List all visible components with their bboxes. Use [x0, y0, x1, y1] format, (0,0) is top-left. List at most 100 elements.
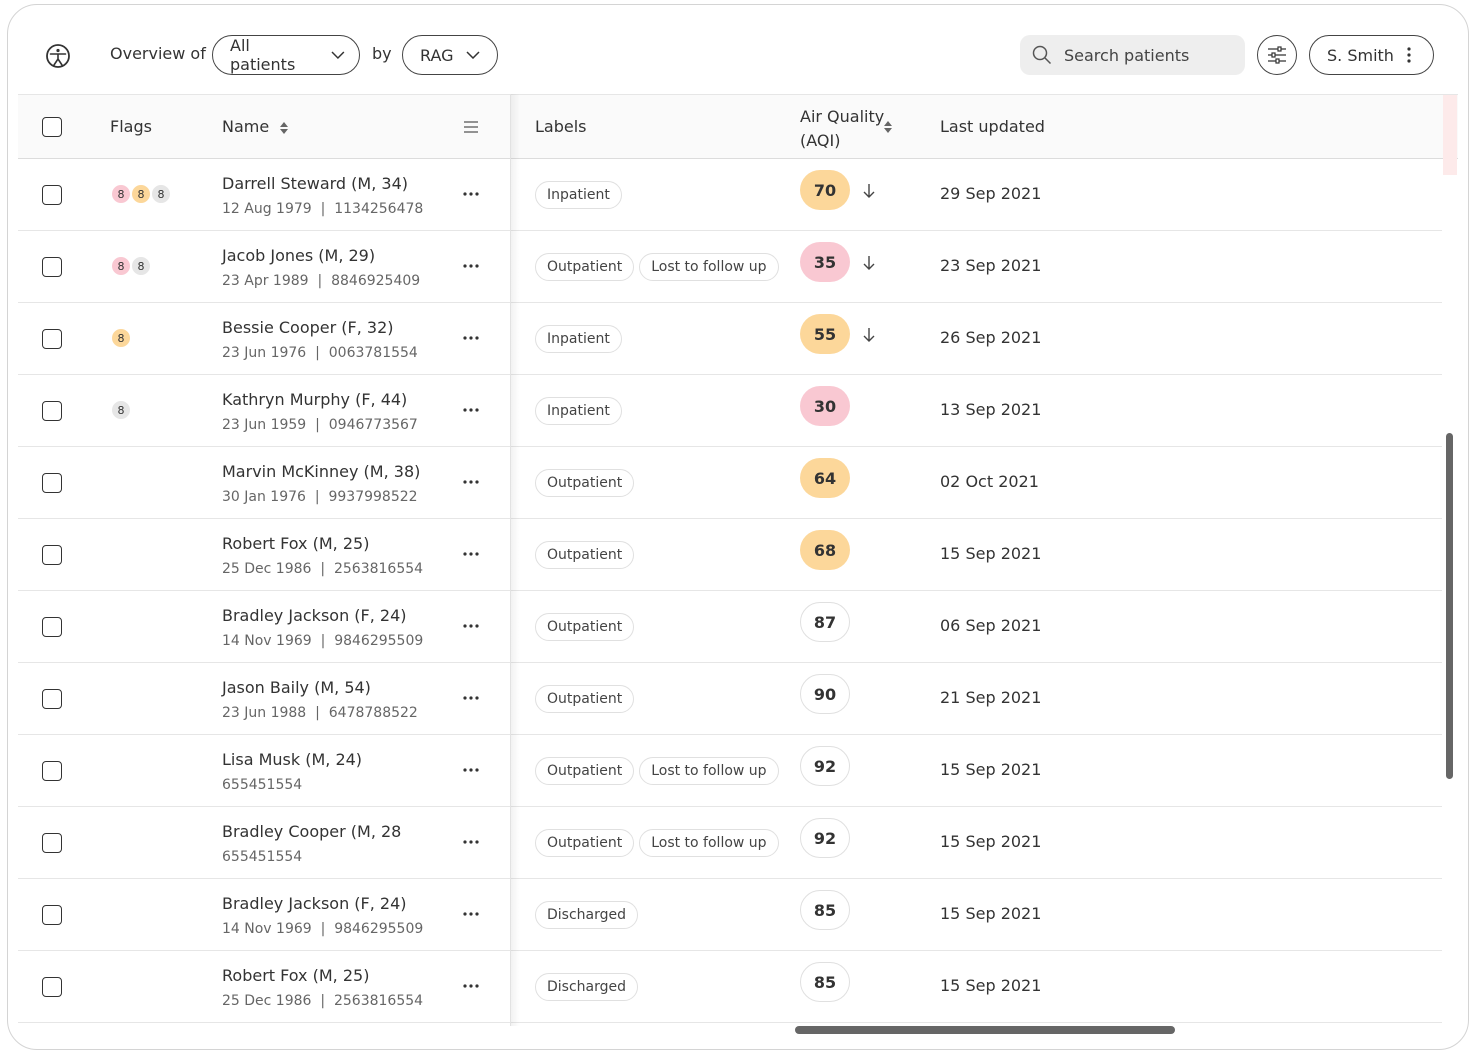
- user-menu-button[interactable]: S. Smith: [1309, 35, 1434, 75]
- horizontal-scrollbar-thumb[interactable]: [795, 1026, 1175, 1034]
- more-horizontal-icon[interactable]: [463, 408, 479, 412]
- patient-name[interactable]: Lisa Musk (M, 24): [222, 750, 362, 769]
- table-row[interactable]: Jason Baily (M, 54) 23 Jun 1988 | 6478788…: [18, 663, 1442, 735]
- meta-separator: |: [311, 921, 335, 937]
- row-checkbox[interactable]: [42, 689, 62, 709]
- patient-name[interactable]: Marvin McKinney (M, 38): [222, 462, 420, 481]
- table-row[interactable]: 8 Kathryn Murphy (F, 44) 23 Jun 1959 | 094…: [18, 375, 1442, 447]
- more-horizontal-icon[interactable]: [463, 840, 479, 844]
- flag-badge[interactable]: 8: [111, 256, 131, 276]
- patient-name[interactable]: Kathryn Murphy (F, 44): [222, 390, 407, 409]
- more-horizontal-icon[interactable]: [463, 552, 479, 556]
- table-header: Flags Name Labels Air Quality (AQI) Last…: [18, 94, 1458, 159]
- table-row[interactable]: 8 Bessie Cooper (F, 32) 23 Jun 1976 | 0063…: [18, 303, 1442, 375]
- row-checkbox[interactable]: [42, 545, 62, 565]
- table-row[interactable]: Marvin McKinney (M, 38) 30 Jan 1976 | 993…: [18, 447, 1442, 519]
- patient-name[interactable]: Bradley Jackson (F, 24): [222, 894, 407, 913]
- label-chip[interactable]: Inpatient: [535, 397, 622, 425]
- patient-id: 655451554: [222, 849, 303, 865]
- table-row[interactable]: Bradley Jackson (F, 24) 14 Nov 1969 | 984…: [18, 879, 1442, 951]
- label-chip[interactable]: Outpatient: [535, 829, 635, 857]
- table-row[interactable]: Bradley Jackson (F, 24) 14 Nov 1969 | 984…: [18, 591, 1442, 663]
- more-horizontal-icon[interactable]: [463, 192, 479, 196]
- label-chip[interactable]: Inpatient: [535, 181, 622, 209]
- label-chip[interactable]: Lost to follow up: [639, 829, 779, 857]
- flag-badge[interactable]: 8: [111, 328, 131, 348]
- more-horizontal-icon[interactable]: [463, 336, 479, 340]
- more-horizontal-icon[interactable]: [463, 984, 479, 988]
- row-checkbox[interactable]: [42, 617, 62, 637]
- row-checkbox[interactable]: [42, 905, 62, 925]
- group-by-dropdown[interactable]: RAG: [402, 35, 498, 75]
- row-checkbox[interactable]: [42, 329, 62, 349]
- more-horizontal-icon[interactable]: [463, 480, 479, 484]
- flag-badge[interactable]: 8: [131, 256, 151, 276]
- patient-meta: 12 Aug 1979 | 1134256478: [222, 201, 423, 217]
- app-logo-icon[interactable]: [45, 43, 71, 69]
- row-checkbox[interactable]: [42, 473, 62, 493]
- table-row[interactable]: 8 8 Jacob Jones (M, 29) 23 Apr 1989 | 88469…: [18, 231, 1442, 303]
- aqi-badge: 87: [800, 602, 850, 642]
- last-updated-date: 15 Sep 2021: [940, 832, 1042, 851]
- more-horizontal-icon[interactable]: [463, 264, 479, 268]
- filter-settings-button[interactable]: [1257, 35, 1297, 75]
- patient-id: 6478788522: [328, 705, 418, 721]
- column-menu-icon[interactable]: [464, 121, 478, 133]
- flag-badge[interactable]: 8: [131, 184, 151, 204]
- row-checkbox[interactable]: [42, 977, 62, 997]
- label-chip[interactable]: Outpatient: [535, 469, 635, 497]
- label-chip[interactable]: Outpatient: [535, 685, 635, 713]
- patient-filter-dropdown[interactable]: All patients: [212, 35, 360, 75]
- patient-name[interactable]: Darrell Steward (M, 34): [222, 174, 408, 193]
- sort-icon[interactable]: [884, 121, 892, 133]
- label-chip[interactable]: Discharged: [535, 973, 639, 1001]
- last-updated-date: 26 Sep 2021: [940, 328, 1042, 347]
- label-chip[interactable]: Inpatient: [535, 325, 622, 353]
- patient-name[interactable]: Robert Fox (M, 25): [222, 534, 369, 553]
- patient-dob: 12 Aug 1979: [222, 201, 312, 217]
- row-checkbox[interactable]: [42, 833, 62, 853]
- row-checkbox[interactable]: [42, 761, 62, 781]
- labels-group: Outpatient: [535, 685, 635, 713]
- column-aqi[interactable]: Air Quality (AQI): [800, 105, 884, 153]
- search-box[interactable]: [1020, 35, 1245, 75]
- flag-badge[interactable]: 8: [151, 184, 171, 204]
- label-chip[interactable]: Outpatient: [535, 253, 635, 281]
- label-chip[interactable]: Lost to follow up: [639, 253, 779, 281]
- patient-dob: 25 Dec 1986: [222, 561, 312, 577]
- select-all-checkbox[interactable]: [42, 117, 62, 137]
- patient-name[interactable]: Bessie Cooper (F, 32): [222, 318, 394, 337]
- table-row[interactable]: Robert Fox (M, 25) 25 Dec 1986 | 25638165…: [18, 951, 1442, 1023]
- patient-meta: 25 Dec 1986 | 2563816554: [222, 993, 423, 1009]
- row-checkbox[interactable]: [42, 185, 62, 205]
- vertical-scrollbar-thumb[interactable]: [1446, 433, 1453, 779]
- row-checkbox[interactable]: [42, 401, 62, 421]
- table-row[interactable]: Bradley Cooper (M, 28 655451554 Outpatient…: [18, 807, 1442, 879]
- label-chip[interactable]: Outpatient: [535, 541, 635, 569]
- column-name[interactable]: Name: [222, 117, 289, 136]
- table-row[interactable]: 8 8 8 Darrell Steward (M, 34) 12 Aug 1979 | …: [18, 159, 1442, 231]
- search-input[interactable]: [1064, 45, 1234, 65]
- patient-name[interactable]: Jason Baily (M, 54): [222, 678, 371, 697]
- more-horizontal-icon[interactable]: [463, 912, 479, 916]
- label-chip[interactable]: Discharged: [535, 901, 639, 929]
- patient-name[interactable]: Bradley Jackson (F, 24): [222, 606, 407, 625]
- aqi-badge: 85: [800, 962, 850, 1002]
- flag-badge[interactable]: 8: [111, 184, 131, 204]
- label-chip[interactable]: Lost to follow up: [639, 757, 779, 785]
- patient-name[interactable]: Robert Fox (M, 25): [222, 966, 369, 985]
- patient-name[interactable]: Bradley Cooper (M, 28: [222, 822, 401, 841]
- more-horizontal-icon[interactable]: [463, 696, 479, 700]
- patient-meta: 655451554: [222, 849, 302, 865]
- more-horizontal-icon[interactable]: [463, 624, 479, 628]
- table-row[interactable]: Lisa Musk (M, 24) 655451554 Outpatient Lost…: [18, 735, 1442, 807]
- flag-badge[interactable]: 8: [111, 400, 131, 420]
- more-horizontal-icon[interactable]: [463, 768, 479, 772]
- patient-id: 655451554: [222, 777, 303, 793]
- row-checkbox[interactable]: [42, 257, 62, 277]
- label-chip[interactable]: Outpatient: [535, 613, 635, 641]
- label-chip[interactable]: Outpatient: [535, 757, 635, 785]
- table-row[interactable]: Robert Fox (M, 25) 25 Dec 1986 | 25638165…: [18, 519, 1442, 591]
- patient-id: 0946773567: [328, 417, 418, 433]
- patient-name[interactable]: Jacob Jones (M, 29): [222, 246, 375, 265]
